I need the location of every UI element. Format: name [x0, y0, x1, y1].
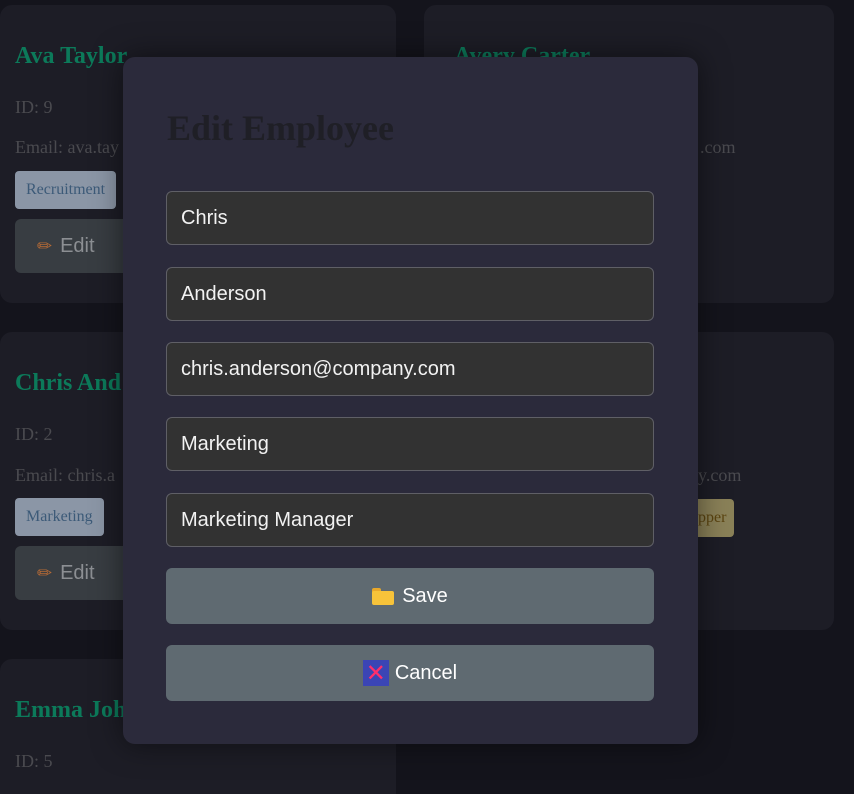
edit-button-label: Edit	[60, 561, 95, 584]
employee-id: ID: 5	[15, 751, 53, 771]
department-tag: Marketing	[15, 498, 104, 536]
save-button-label: Save	[402, 584, 448, 607]
first-name-field[interactable]	[166, 191, 654, 245]
last-name-field[interactable]	[166, 267, 654, 321]
cancel-button-label: Cancel	[394, 661, 458, 684]
department-field[interactable]	[166, 417, 654, 471]
pencil-icon: ✏	[37, 562, 53, 583]
save-button[interactable]: Save	[166, 568, 654, 624]
folder-icon	[372, 587, 395, 605]
employee-email: .com	[700, 137, 736, 157]
position-field[interactable]	[166, 493, 654, 547]
employee-email: Email: chris.a	[15, 465, 115, 485]
pencil-icon: ✏	[37, 235, 53, 256]
modal-title: Edit Employee	[167, 108, 395, 148]
edit-employee-modal: Edit Employee Save ✕ Cancel	[123, 57, 698, 744]
employee-id: ID: 9	[15, 97, 53, 117]
employee-email: y.com	[698, 465, 742, 485]
edit-button[interactable]: ✏ Edit	[15, 546, 135, 600]
cross-mark-icon: ✕	[362, 660, 389, 686]
employee-id: ID: 2	[15, 424, 53, 444]
employee-email: Email: ava.tay	[15, 137, 119, 157]
edit-button-label: Edit	[60, 234, 95, 257]
employee-name: Chris And	[15, 370, 122, 396]
edit-button[interactable]: ✏ Edit	[15, 219, 135, 273]
department-tag: Recruitment	[15, 171, 117, 209]
employee-name: Ava Taylor	[15, 43, 128, 69]
employee-name: Emma Joh	[15, 697, 127, 723]
email-field[interactable]	[166, 342, 654, 396]
cancel-button[interactable]: ✕ Cancel	[166, 645, 654, 701]
